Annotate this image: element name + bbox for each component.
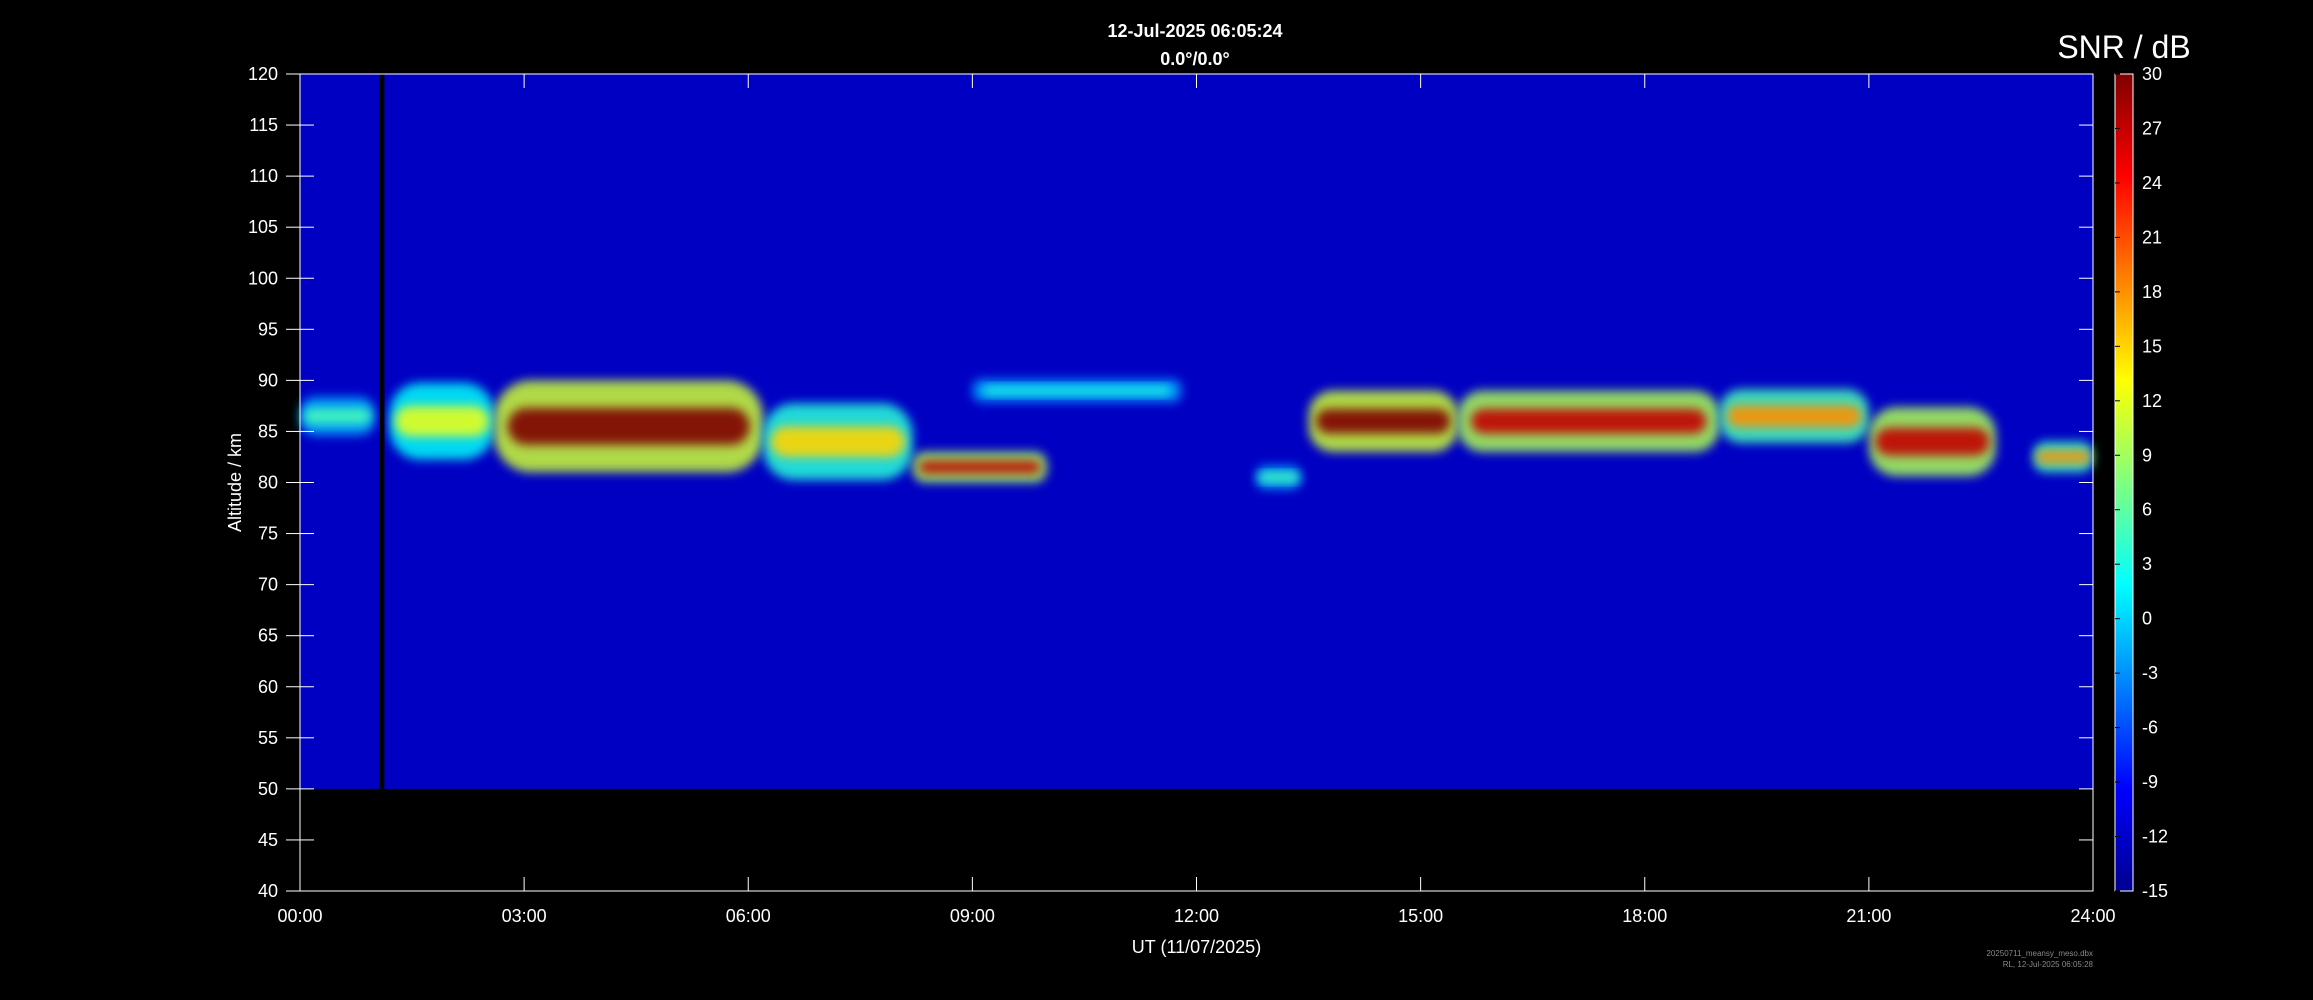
- x-tick-label: 24:00: [2070, 906, 2115, 926]
- colorbar-tick-label: 21: [2142, 227, 2162, 247]
- y-tick-label: 90: [258, 370, 278, 390]
- echo-layer-core: [394, 405, 490, 437]
- chart-subtitle: 0.0°/0.0°: [1160, 49, 1229, 69]
- echo-layer-core: [1726, 405, 1862, 427]
- x-tick-label: 06:00: [726, 906, 771, 926]
- colorbar-tick-label: 0: [2142, 609, 2152, 629]
- x-tick-label: 00:00: [277, 906, 322, 926]
- echo-layer-core: [919, 461, 1041, 474]
- colorbar-title: SNR / dB: [2057, 29, 2190, 65]
- y-tick-label: 45: [258, 830, 278, 850]
- colorbar-tick-label: 3: [2142, 554, 2152, 574]
- y-tick-label: 120: [248, 64, 278, 84]
- y-tick-label: 115: [249, 115, 278, 135]
- echo-layer-core: [1316, 408, 1451, 434]
- y-tick-label: 100: [248, 268, 278, 288]
- y-tick-label: 50: [258, 779, 278, 799]
- echo-layer-core: [982, 385, 1172, 396]
- colorbar-tick-label: 9: [2142, 445, 2152, 465]
- echo-layer-core: [1875, 427, 1990, 456]
- y-tick-label: 55: [258, 728, 278, 748]
- x-tick-label: 18:00: [1622, 906, 1667, 926]
- x-tick-label: 15:00: [1398, 906, 1443, 926]
- x-tick-label: 21:00: [1846, 906, 1891, 926]
- colorbar-tick-label: 27: [2142, 118, 2162, 138]
- echo-layer-core: [2036, 450, 2091, 464]
- colorbar-gradient: [2114, 73, 2134, 892]
- y-tick-label: 40: [258, 881, 278, 901]
- colorbar-tick-label: 6: [2142, 500, 2152, 520]
- colorbar-tick-label: -9: [2142, 772, 2158, 792]
- y-tick-label: 80: [258, 473, 278, 493]
- colorbar-tick-label: 30: [2142, 64, 2162, 84]
- y-axis-label: Altitude / km: [225, 433, 245, 532]
- colorbar-tick-label: -12: [2142, 827, 2168, 847]
- chart: 12-Jul-2025 06:05:24 0.0°/0.0° 00:00 03:0…: [225, 21, 2191, 969]
- y-tick-label: 85: [258, 421, 278, 441]
- colorbar-tick-label: -6: [2142, 718, 2158, 738]
- colorbar-tick-label: -3: [2142, 663, 2158, 683]
- echo-layer-core: [770, 426, 906, 457]
- echo-layer-core: [1258, 472, 1299, 482]
- footer-filename: 20250711_meansy_meso.dbx: [1986, 949, 2093, 958]
- plot-area: [300, 74, 2093, 789]
- colorbar-tick-label: 12: [2142, 391, 2162, 411]
- x-tick-label: 09:00: [950, 906, 995, 926]
- footer-timestamp: RL, 12-Jul-2025 06:05:28: [2003, 960, 2094, 969]
- y-tick-label: 110: [249, 166, 278, 186]
- y-tick-label: 65: [258, 626, 278, 646]
- y-tick-label: 75: [258, 524, 278, 544]
- colorbar-tick-label: 15: [2142, 336, 2162, 356]
- x-tick-label: 03:00: [502, 906, 547, 926]
- chart-title: 12-Jul-2025 06:05:24: [1107, 21, 1282, 41]
- y-tick-label: 60: [258, 677, 278, 697]
- x-axis-label: UT (11/07/2025): [1132, 937, 1261, 957]
- colorbar-tick-label: 18: [2142, 282, 2162, 302]
- echo-layer-core: [507, 407, 750, 445]
- y-tick-label: 70: [258, 575, 278, 595]
- data-gap: [379, 74, 385, 789]
- colorbar-tick-label: 24: [2142, 173, 2162, 193]
- colorbar: -15 -12 -9 -6 -3 0 3 6 9 12 15 18 21 24 27 30: [2114, 64, 2168, 901]
- echo-layer-core: [1471, 408, 1707, 434]
- y-tick-label: 105: [248, 217, 278, 237]
- x-tick-label: 12:00: [1174, 906, 1219, 926]
- echo-layer-core: [303, 408, 371, 424]
- colorbar-tick-label: -15: [2142, 881, 2168, 901]
- y-tick-label: 95: [258, 319, 278, 339]
